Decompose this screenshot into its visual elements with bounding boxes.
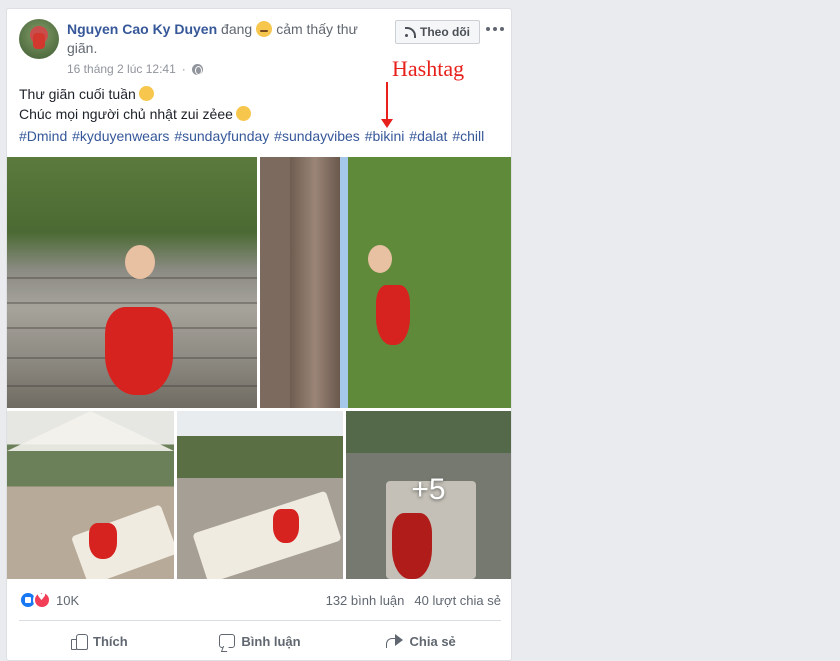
annotation-arrow-icon [381,82,393,128]
facebook-post: Nguyen Cao Ky Duyen đang cảm thấy thư giã… [6,8,512,661]
avatar[interactable] [19,19,59,59]
comment-button[interactable]: Bình luận [180,621,341,661]
hashtag-list: #Dmind #kyduyenwears #sundayfunday #sund… [19,128,485,144]
share-button[interactable]: Chia sẻ [340,621,501,661]
photo-4[interactable] [177,411,343,579]
post-text-line1: Thư giãn cuối tuần [19,86,136,102]
follow-label: Theo dõi [420,25,470,39]
like-label: Thích [93,633,128,649]
post-header: Nguyen Cao Ky Duyen đang cảm thấy thư giã… [67,20,367,58]
post-meta: 16 tháng 2 lúc 12:41 · [67,62,203,76]
more-photos-count: +5 [411,473,446,506]
comment-icon [219,634,236,648]
rss-icon [405,27,416,38]
sleepy-emoji-icon [138,86,154,101]
post-text-line2: Chúc mọi người chủ nhật zui zẻee [19,106,233,122]
photo-2[interactable] [260,157,511,408]
more-options-icon[interactable] [486,23,504,35]
comment-label: Bình luận [241,633,301,649]
follow-button[interactable]: Theo dõi [395,20,480,44]
thumb-icon [71,633,88,650]
hashtag-link[interactable]: #dalat [409,128,447,144]
hashtag-link[interactable]: #sundayvibes [274,128,360,144]
reaction-count[interactable]: 10K [56,593,79,608]
like-button[interactable]: Thích [19,621,180,661]
hashtag-link[interactable]: #chill [452,128,484,144]
reactions-bar: 10K 132 bình luận 40 lượt chia sẻ [19,589,501,611]
relieved-emoji-icon [256,21,273,37]
author-name[interactable]: Nguyen Cao Ky Duyen [67,21,217,37]
photo-grid: +5 [7,157,511,579]
photo-5[interactable]: +5 [346,411,511,579]
share-icon [385,634,404,648]
post-timestamp[interactable]: 16 tháng 2 lúc 12:41 [67,62,176,76]
hashtag-link[interactable]: #kyduyenwears [72,128,169,144]
post-text: Thư giãn cuối tuần Chúc mọi người chủ nh… [19,84,251,124]
hashtag-link[interactable]: #Dmind [19,128,67,144]
hashtag-link[interactable]: #sundayfunday [174,128,269,144]
share-count[interactable]: 40 lượt chia sẻ [414,593,501,608]
hashtag-link[interactable]: #bikini [365,128,405,144]
hashtag-annotation-label: Hashtag [392,56,465,81]
blush-emoji-icon [235,106,251,121]
more-photos-overlay[interactable]: +5 [346,411,511,579]
globe-icon[interactable] [191,63,203,75]
comment-count[interactable]: 132 bình luận [326,593,405,608]
bullet: · [181,62,186,76]
action-bar: Thích Bình luận Chia sẻ [19,621,501,661]
feeling-prefix: đang [221,21,253,37]
share-label: Chia sẻ [409,633,456,649]
photo-1[interactable] [7,157,257,408]
love-reaction-icon[interactable] [33,591,51,609]
photo-3[interactable] [7,411,174,579]
engagement-counts: 132 bình luận 40 lượt chia sẻ [326,593,501,608]
